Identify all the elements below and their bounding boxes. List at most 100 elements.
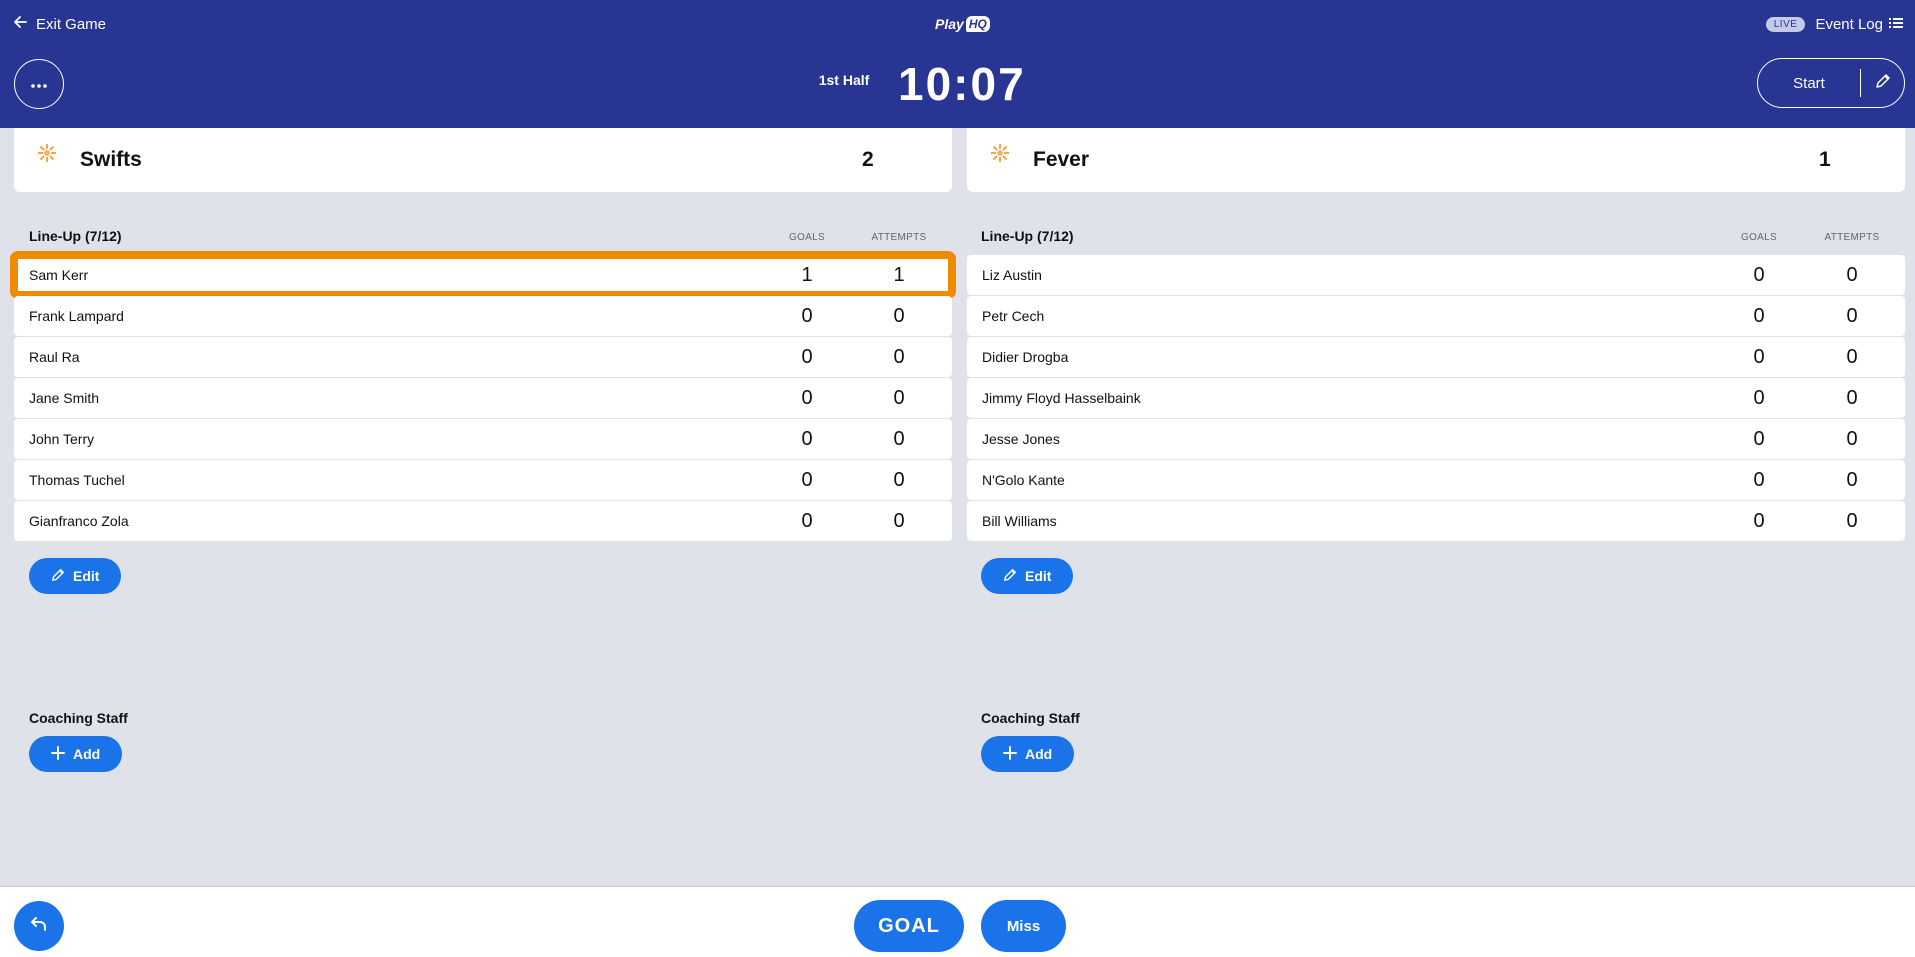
player-row[interactable]: Liz Austin 0 0 — [967, 255, 1905, 295]
arrow-left-icon — [12, 14, 28, 34]
player-name: Didier Drogba — [982, 349, 1069, 365]
coaching-staff-heading: Coaching Staff — [981, 710, 1080, 726]
plus-icon — [51, 745, 65, 763]
player-name: Petr Cech — [982, 308, 1045, 324]
pencil-icon — [1003, 568, 1017, 585]
team-score: 1 — [1819, 148, 1831, 171]
player-name: Jimmy Floyd Hasselbaink — [982, 390, 1141, 406]
add-label: Add — [73, 746, 101, 762]
goals-column-header: GOALS — [1741, 232, 1777, 243]
logo-text: Play — [935, 16, 964, 32]
player-attempts: 0 — [893, 387, 905, 409]
team-score-card-away: Fever 1 — [967, 128, 1905, 192]
add-coach-button[interactable]: Add — [981, 736, 1075, 772]
player-goals: 0 — [1753, 469, 1765, 491]
player-goals: 1 — [801, 264, 813, 286]
player-row[interactable]: Jesse Jones 0 0 — [967, 419, 1905, 459]
player-attempts: 0 — [893, 469, 905, 491]
team-name: Swifts — [80, 148, 142, 171]
player-row[interactable]: Gianfranco Zola 0 0 — [14, 501, 952, 541]
live-area: LIVE Event Log — [1765, 13, 1903, 35]
undo-button[interactable] — [14, 901, 64, 951]
player-attempts: 0 — [1846, 428, 1858, 450]
attempts-column-header: ATTEMPTS — [1824, 232, 1880, 243]
edit-lineup-button[interactable]: Edit — [29, 558, 122, 594]
player-row[interactable]: N'Golo Kante 0 0 — [967, 460, 1905, 500]
player-row[interactable]: Bill Williams 0 0 — [967, 501, 1905, 541]
action-footer: GOAL Miss — [0, 886, 1915, 957]
period-label: 1st Half — [818, 72, 870, 88]
add-coach-button[interactable]: Add — [29, 736, 123, 772]
team-name: Fever — [1033, 148, 1090, 171]
player-attempts: 0 — [1846, 264, 1858, 286]
player-row[interactable]: Raul Ra 0 0 — [14, 337, 952, 377]
list-icon — [1889, 16, 1903, 33]
start-button[interactable]: Start — [1758, 75, 1860, 92]
game-clock: 10:07 — [898, 58, 1026, 110]
player-goals: 0 — [1753, 305, 1765, 327]
playhq-logo: Play HQ — [935, 12, 990, 36]
player-name: Thomas Tuchel — [29, 472, 125, 488]
player-row[interactable]: Didier Drogba 0 0 — [967, 337, 1905, 377]
goal-button[interactable]: GOAL — [854, 900, 964, 952]
add-label: Add — [1025, 746, 1053, 762]
player-name: Liz Austin — [982, 267, 1042, 283]
player-attempts: 0 — [1846, 305, 1858, 327]
player-attempts: 0 — [893, 428, 905, 450]
player-row[interactable]: Frank Lampard 0 0 — [14, 296, 952, 336]
sunburst-icon — [989, 142, 1011, 169]
player-goals: 0 — [801, 510, 813, 532]
player-row[interactable]: Jane Smith 0 0 — [14, 378, 952, 418]
live-badge: LIVE — [1765, 16, 1806, 32]
game-header: Exit Game Play HQ LIVE Event Log 1st Hal… — [0, 0, 1915, 128]
logo-badge: HQ — [965, 16, 990, 32]
player-name: John Terry — [29, 431, 95, 447]
edit-label: Edit — [73, 568, 100, 584]
player-attempts: 0 — [1846, 510, 1858, 532]
goals-column-header: GOALS — [789, 232, 825, 243]
miss-button[interactable]: Miss — [981, 900, 1066, 952]
lineup-heading: Line-Up (7/12) — [981, 228, 1074, 244]
player-row[interactable]: Jimmy Floyd Hasselbaink 0 0 — [967, 378, 1905, 418]
player-name: Gianfranco Zola — [29, 513, 129, 529]
player-attempts: 0 — [893, 305, 905, 327]
more-options-button[interactable] — [14, 59, 64, 109]
pencil-icon — [1875, 73, 1891, 94]
player-row[interactable]: John Terry 0 0 — [14, 419, 952, 459]
undo-arrow-icon — [30, 915, 48, 938]
pencil-icon — [51, 568, 65, 585]
player-goals: 0 — [1753, 264, 1765, 286]
player-name: Jesse Jones — [982, 431, 1060, 447]
player-row[interactable]: Thomas Tuchel 0 0 — [14, 460, 952, 500]
player-attempts: 0 — [1846, 346, 1858, 368]
player-row[interactable]: Petr Cech 0 0 — [967, 296, 1905, 336]
coaching-staff-heading: Coaching Staff — [29, 710, 128, 726]
player-goals: 0 — [1753, 346, 1765, 368]
player-goals: 0 — [801, 428, 813, 450]
exit-game-button[interactable]: Exit Game — [12, 13, 106, 35]
event-log-button[interactable]: Event Log — [1815, 16, 1903, 33]
player-name: Bill Williams — [982, 513, 1057, 529]
player-name: Frank Lampard — [29, 308, 124, 324]
lineup-heading: Line-Up (7/12) — [29, 228, 122, 244]
player-row[interactable]: Sam Kerr 1 1 — [10, 251, 956, 299]
exit-game-label: Exit Game — [36, 15, 107, 33]
player-goals: 0 — [1753, 428, 1765, 450]
sunburst-icon — [36, 142, 58, 169]
edit-clock-button[interactable] — [1861, 73, 1904, 94]
player-name: Sam Kerr — [29, 267, 89, 283]
team-score-card-home: Swifts 2 — [14, 128, 952, 192]
player-goals: 0 — [1753, 387, 1765, 409]
player-goals: 0 — [801, 387, 813, 409]
plus-icon — [1003, 745, 1017, 763]
player-attempts: 0 — [1846, 387, 1858, 409]
edit-label: Edit — [1025, 568, 1052, 584]
player-goals: 0 — [801, 346, 813, 368]
player-attempts: 0 — [893, 346, 905, 368]
player-name: N'Golo Kante — [982, 472, 1065, 488]
player-goals: 0 — [801, 305, 813, 327]
player-goals: 0 — [1753, 510, 1765, 532]
edit-lineup-button[interactable]: Edit — [981, 558, 1074, 594]
player-name: Jane Smith — [29, 390, 100, 406]
event-log-label: Event Log — [1815, 15, 1883, 33]
